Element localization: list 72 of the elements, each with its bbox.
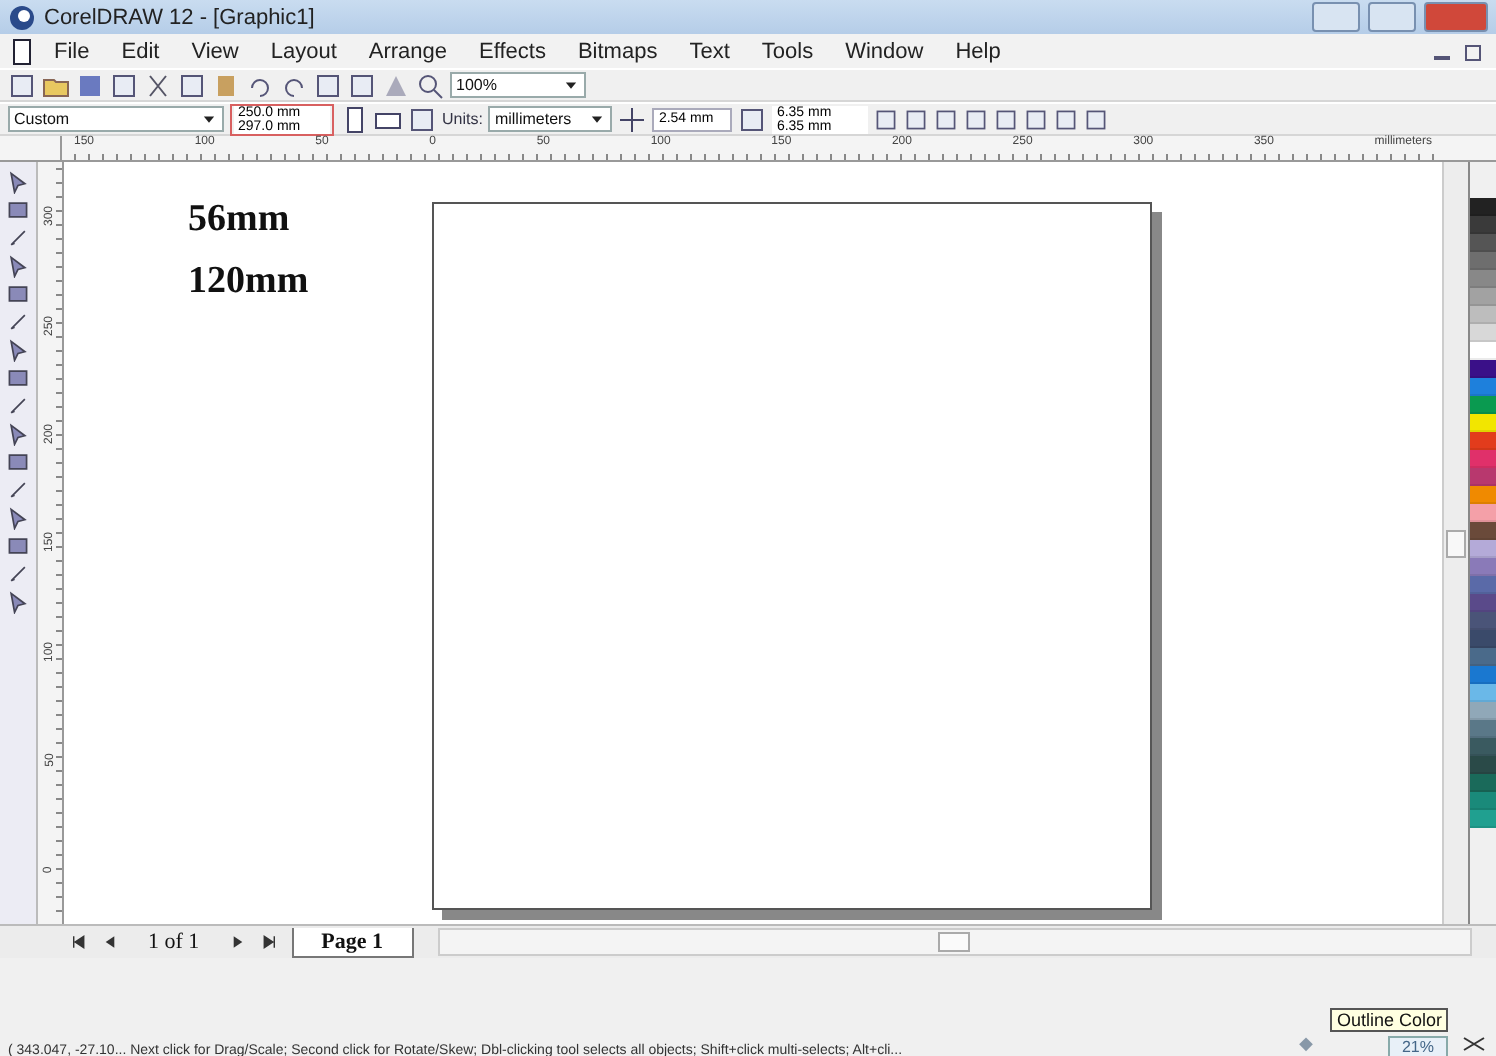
color-swatch[interactable] [1470, 540, 1496, 558]
previous-page-icon[interactable] [100, 932, 120, 952]
cut-icon[interactable] [144, 71, 172, 99]
last-page-icon[interactable] [259, 932, 280, 952]
page-count: 1 of 1 [146, 930, 202, 954]
color-swatch[interactable] [1470, 360, 1496, 378]
color-swatch[interactable] [1470, 468, 1496, 486]
first-page-icon[interactable] [68, 932, 88, 952]
color-swatch[interactable] [1470, 720, 1496, 738]
units-dropdown[interactable]: millimeters [488, 106, 613, 132]
color-swatch[interactable] [1470, 378, 1496, 396]
menu-item[interactable]: Text [675, 39, 744, 63]
color-swatch[interactable] [1470, 774, 1496, 792]
color-swatch[interactable] [1470, 216, 1496, 234]
color-swatch[interactable] [1470, 396, 1496, 414]
color-swatch[interactable] [1470, 558, 1496, 576]
color-swatch[interactable] [1470, 504, 1496, 522]
menu-item[interactable]: Tools [747, 39, 828, 63]
color-swatch[interactable] [1470, 738, 1496, 756]
color-swatch[interactable] [1470, 666, 1496, 684]
color-swatch[interactable] [1470, 324, 1496, 342]
color-swatch[interactable] [1470, 288, 1496, 306]
menu-item[interactable]: Bitmaps [563, 39, 672, 63]
color-swatch[interactable] [1470, 414, 1496, 432]
menu-item[interactable]: Arrange [354, 39, 462, 63]
color-swatch[interactable] [1470, 684, 1496, 702]
vertical-scrollbar[interactable] [1442, 162, 1468, 924]
menu-item[interactable]: View [177, 39, 253, 63]
tooltip: Outline Color [1330, 1008, 1448, 1032]
color-swatch[interactable] [1470, 270, 1496, 288]
horizontal-scrollbar[interactable] [437, 928, 1472, 956]
menu-item[interactable]: Layout [256, 39, 351, 63]
color-swatch[interactable] [1470, 576, 1496, 594]
color-swatch[interactable] [1470, 432, 1496, 450]
color-swatch[interactable] [1470, 486, 1496, 504]
color-swatch[interactable] [1470, 810, 1496, 828]
color-swatch[interactable] [1470, 306, 1496, 324]
color-swatch[interactable] [1470, 234, 1496, 252]
zoom-dropdown[interactable]: 100% [450, 72, 586, 98]
zoom-indicator: 21% [1387, 1036, 1448, 1056]
menu-item[interactable]: Effects [465, 39, 560, 63]
color-swatch[interactable] [1470, 594, 1496, 612]
zoom-icon[interactable] [416, 71, 444, 99]
color-swatch[interactable] [1470, 630, 1496, 648]
menu-item[interactable]: File [40, 39, 104, 63]
caret-icon[interactable] [200, 110, 218, 128]
color-swatch[interactable] [1470, 792, 1496, 810]
window-title: CorelDRAW 12 - [Graphic1] [44, 5, 315, 29]
color-swatch[interactable] [1470, 612, 1496, 630]
canvas-text[interactable]: 56mm [188, 198, 309, 242]
color-swatch[interactable] [1470, 756, 1496, 774]
color-swatch[interactable] [1470, 522, 1496, 540]
canvas-text[interactable]: 120mm [188, 260, 309, 304]
pointer-icon[interactable] [6, 170, 30, 194]
color-swatch[interactable] [1470, 198, 1496, 216]
menu-item[interactable]: Edit [107, 39, 174, 63]
color-swatch[interactable] [1470, 450, 1496, 468]
app-logo-icon[interactable] [8, 3, 36, 31]
color-swatch[interactable] [1470, 342, 1496, 360]
menu-item[interactable]: Help [941, 39, 1015, 63]
paper-type-dropdown[interactable]: Custom [8, 106, 224, 132]
menu-item[interactable]: Window [831, 39, 938, 63]
document-icon[interactable] [8, 37, 36, 65]
color-swatch[interactable] [1470, 702, 1496, 720]
new-page-icon[interactable] [8, 71, 36, 99]
maximize-button[interactable] [1368, 2, 1416, 32]
nudge-icon[interactable] [618, 105, 647, 133]
page-tab[interactable]: Page 1 [291, 927, 414, 957]
units-label: Units: [442, 110, 483, 128]
minimize-button[interactable] [1312, 2, 1360, 32]
color-swatch[interactable] [1470, 648, 1496, 666]
color-swatch[interactable] [1470, 252, 1496, 270]
